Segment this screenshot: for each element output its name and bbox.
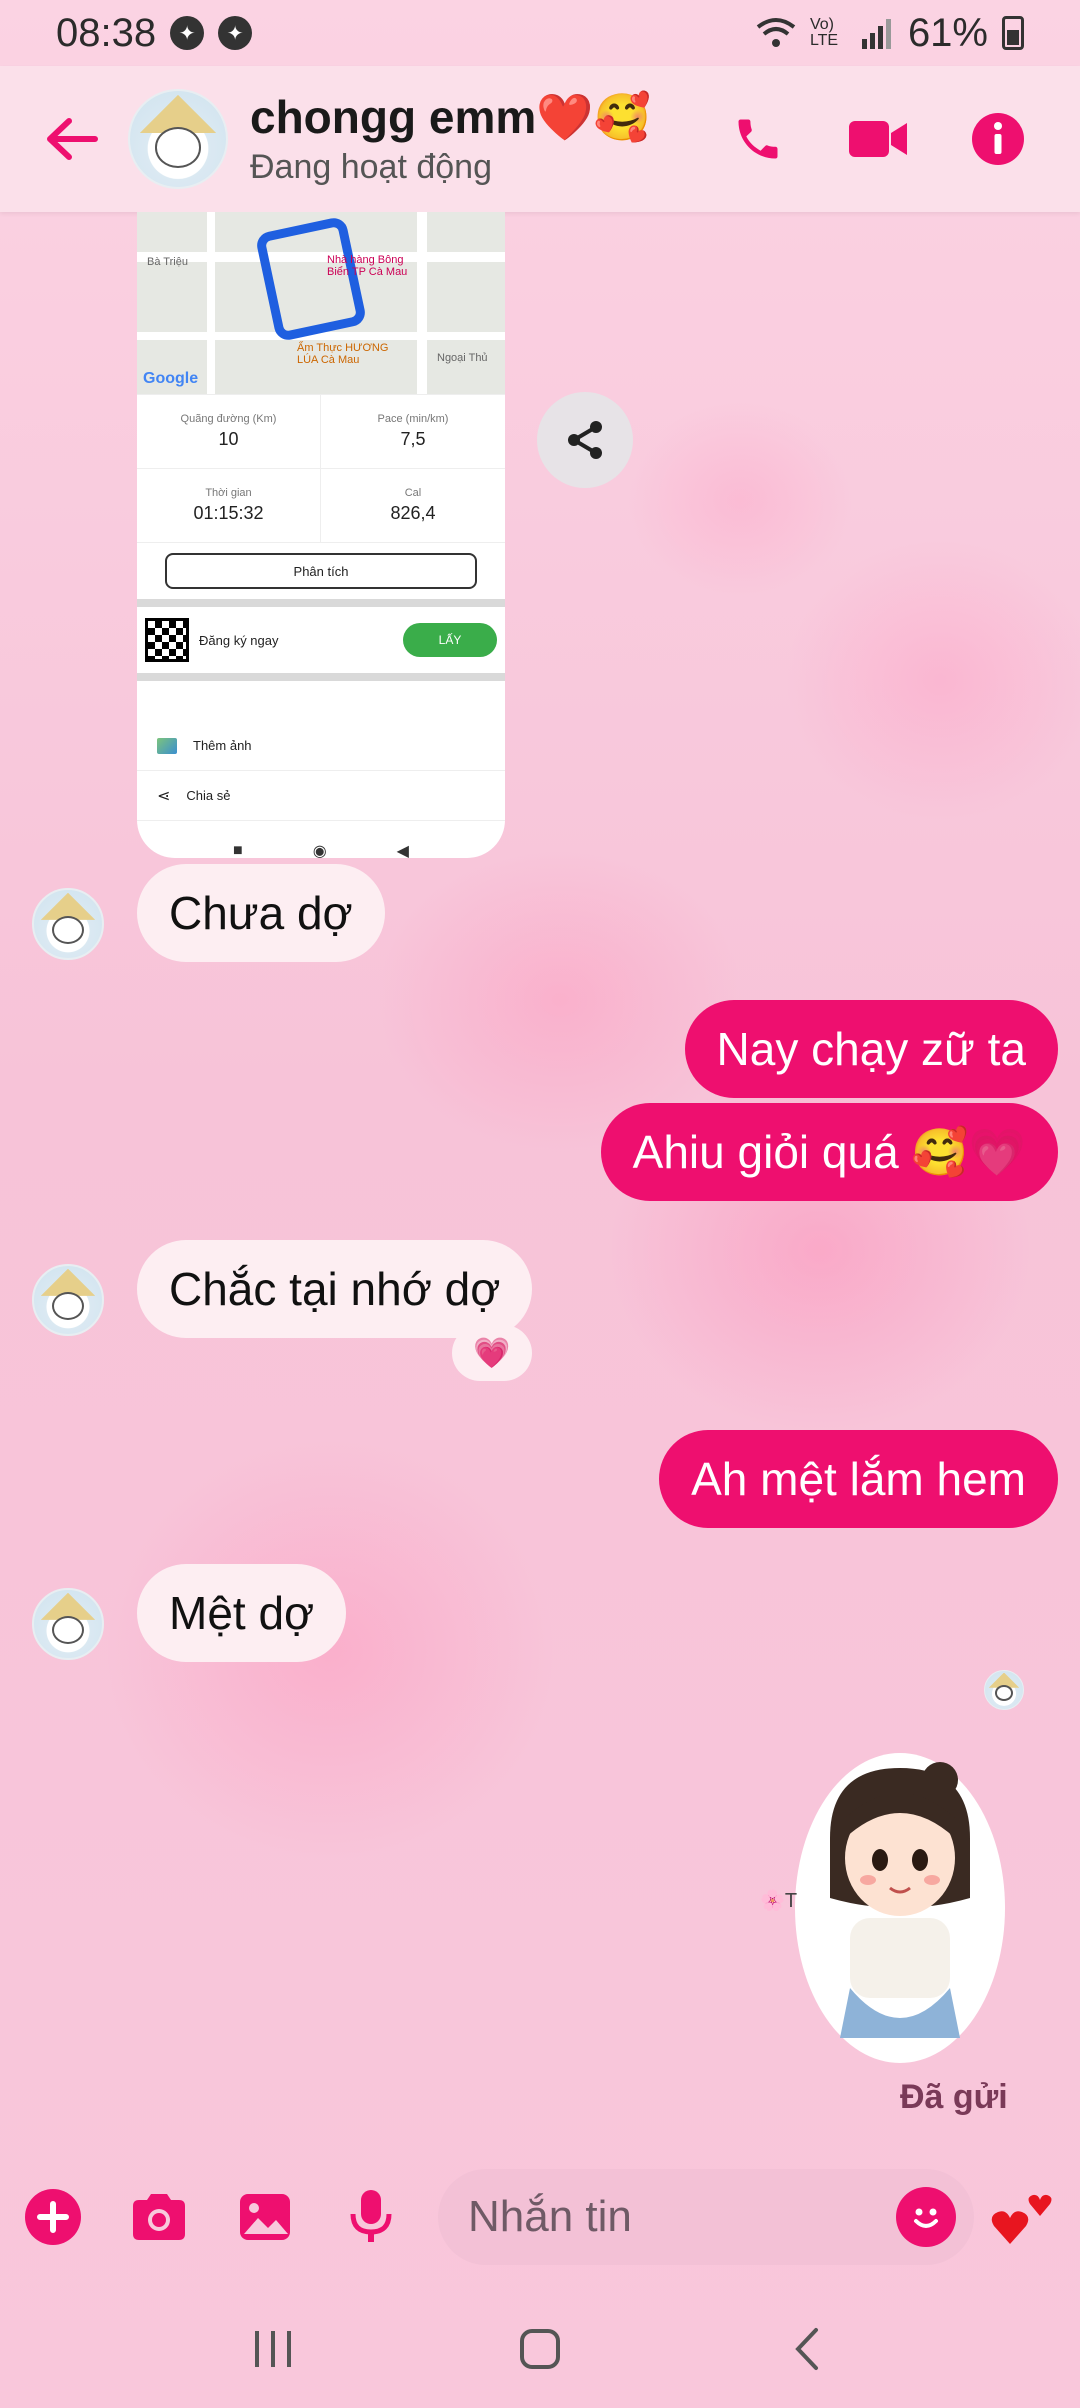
camera-icon (133, 2194, 185, 2240)
share-row: ⋖ Chia sẻ (137, 771, 505, 821)
back-nav-button[interactable] (762, 2314, 852, 2384)
image-icon (240, 2194, 290, 2240)
video-call-button[interactable] (846, 107, 910, 171)
square-icon: ■ (233, 842, 243, 858)
stat-distance: Quãng đường (Km) 10 (137, 395, 321, 469)
map-label: Nhà hàng Bông Biển TP Cà Mau (327, 254, 408, 278)
phone-icon (738, 119, 778, 159)
message-outgoing[interactable]: Ahiu giỏi quá 🥰💗 (600, 1103, 1058, 1201)
analyze-button: Phân tích (165, 553, 477, 589)
system-nav-bar (0, 2290, 1080, 2408)
wifi-icon (756, 18, 796, 47)
contact-info[interactable]: chongg emm❤️🥰 Đang hoạt động (250, 89, 726, 189)
message-incoming[interactable]: Chắc tại nhớ dợ (137, 1240, 533, 1338)
contact-avatar-small[interactable] (32, 1588, 104, 1660)
voice-message-button[interactable] (340, 2186, 402, 2248)
home-button[interactable] (495, 2314, 585, 2384)
signal-icon (861, 19, 891, 49)
quick-reaction-button[interactable] (988, 2182, 1058, 2252)
message-outgoing[interactable]: Nay chạy zữ ta (684, 1000, 1058, 1098)
qr-code-icon (145, 618, 189, 662)
add-photo-row: Thêm ảnh (137, 721, 505, 771)
contact-status: Đang hoạt động (250, 148, 492, 186)
contact-avatar-small[interactable] (32, 1264, 104, 1336)
stat-calories: Cal 826,4 (321, 469, 505, 543)
home-icon (519, 2329, 560, 2369)
circle-icon: ◉ (312, 843, 327, 858)
recent-apps-button[interactable] (228, 2314, 318, 2384)
message-input[interactable]: Nhắn tin (438, 2169, 974, 2265)
image-icon (157, 737, 177, 754)
video-camera-icon (849, 121, 907, 157)
chat-header: chongg emm❤️🥰 Đang hoạt động (0, 66, 1080, 212)
message-incoming[interactable]: Chưa dợ (137, 864, 385, 962)
image-nav-bar: ■ ◉ ◀ (137, 821, 505, 858)
stat-pace: Pace (min/km) 7,5 (321, 395, 505, 469)
recents-icon (255, 2331, 292, 2367)
contact-avatar-small[interactable] (32, 888, 104, 960)
gallery-button[interactable] (234, 2186, 296, 2248)
message-composer: Nhắn tin (0, 2162, 1080, 2272)
voice-call-button[interactable] (726, 107, 790, 171)
message-input-placeholder: Nhắn tin (468, 2192, 632, 2241)
promo-button: LẤY (403, 623, 497, 657)
share-small-icon: ⋖ (157, 787, 171, 805)
contact-avatar[interactable] (128, 89, 228, 189)
hearts-icon (991, 2194, 1052, 2244)
arrow-left-icon (47, 118, 98, 160)
girl-sticker[interactable] (790, 1748, 1010, 2068)
shared-image-message[interactable]: Bà Triệu Nhà hàng Bông Biển TP Cà Mau Ẩm… (137, 212, 505, 858)
contact-name: chongg emm❤️🥰 (250, 91, 651, 143)
message-incoming[interactable]: Mệt dợ (137, 1564, 347, 1662)
network-type: Vo) LTE (809, 16, 839, 49)
share-button[interactable] (537, 392, 633, 488)
smiley-icon (914, 2208, 938, 2228)
info-icon (972, 113, 1024, 165)
map-label: Bà Triệu (147, 256, 188, 268)
emoji-button[interactable] (896, 2187, 956, 2247)
battery-icon (1002, 16, 1024, 50)
promo-text: Đăng ký ngay (199, 632, 279, 648)
info-button[interactable] (966, 107, 1030, 171)
seen-avatar (984, 1670, 1024, 1710)
status-bar: 08:38 ✦ ✦ Vo) LTE 61% (0, 0, 1080, 66)
google-logo: Google (143, 370, 199, 387)
camera-button[interactable] (128, 2186, 190, 2248)
share-icon (568, 421, 602, 459)
promo-banner: Đăng ký ngay LẤY (137, 607, 505, 681)
plus-icon (25, 2189, 81, 2245)
chevron-left-icon (794, 2328, 818, 2370)
workout-stats: Quãng đường (Km) 10 Pace (min/km) 7,5 Th… (137, 394, 505, 543)
status-time: 08:38 (56, 10, 157, 55)
sticker-decoration: 🌸T (760, 1890, 798, 1912)
back-button[interactable] (30, 97, 114, 181)
messenger-notification-icon: ✦ (170, 16, 205, 50)
battery-percent: 61% (907, 10, 988, 55)
microphone-icon (350, 2190, 392, 2242)
message-reaction[interactable]: 💗 (452, 1325, 532, 1381)
message-outgoing[interactable]: Ah mệt lắm hem (659, 1430, 1058, 1528)
map-label: Ẩm Thực HƯƠNG LÚA Cà Mau (297, 342, 389, 366)
stat-time: Thời gian 01:15:32 (137, 469, 321, 543)
triangle-left-icon: ◀ (396, 843, 409, 858)
route-path (254, 215, 368, 343)
sent-status: Đã gửi (900, 2078, 1008, 2116)
map-label: Ngoại Thủ (437, 352, 488, 364)
route-map: Bà Triệu Nhà hàng Bông Biển TP Cà Mau Ẩm… (137, 212, 505, 394)
messenger-notification-icon-2: ✦ (218, 16, 253, 50)
more-actions-button[interactable] (22, 2186, 84, 2248)
